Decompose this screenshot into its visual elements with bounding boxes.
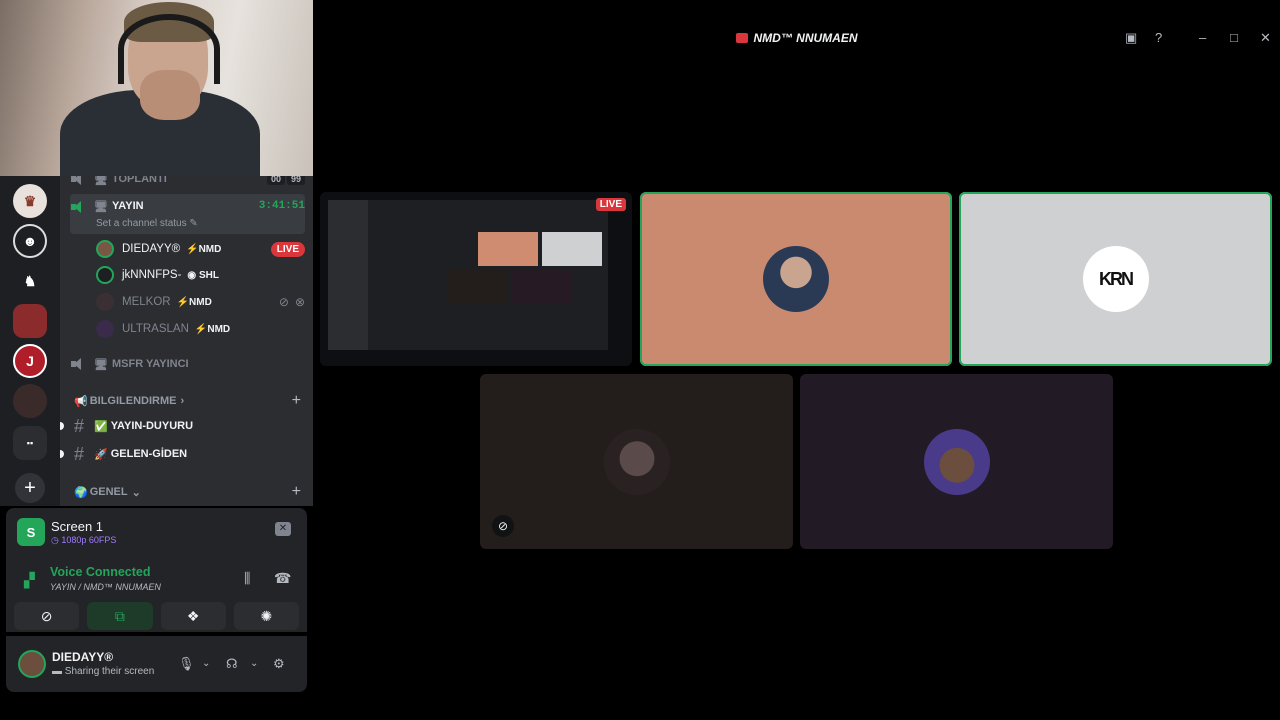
gear-icon[interactable]: ⚙ — [273, 656, 285, 672]
camera-off-button[interactable]: ⊘ — [14, 602, 80, 630]
activities-button[interactable]: ❖ — [160, 602, 226, 630]
inbox-icon[interactable]: ▣ — [1125, 30, 1137, 46]
screen-share-button[interactable]: ⧉ — [87, 602, 153, 630]
channel-status-input[interactable]: Set a channel status ✎ — [96, 218, 198, 229]
unread-indicator — [60, 422, 64, 430]
participant-tile[interactable]: KRN — [959, 192, 1272, 366]
speaker-icon — [70, 200, 86, 214]
channel-list: 🖥 TOPLANTI 00 99 🖥 YAYIN 3:41:51 Set a c… — [60, 176, 313, 506]
add-channel-icon[interactable]: + — [292, 392, 301, 410]
server-icon[interactable]: ♛ — [13, 184, 47, 218]
participant-tile[interactable] — [640, 192, 952, 366]
chevron-down-icon: ⌄ — [131, 486, 141, 499]
category-bilgilendirme[interactable]: 📢 BILGILENDIRME › + — [74, 391, 301, 411]
stop-streaming-button[interactable]: ✕ — [275, 522, 291, 536]
screen-share-icon: S — [17, 518, 45, 546]
stream-preview — [328, 200, 608, 350]
microphone-icon[interactable]: 🎙 — [178, 656, 195, 672]
add-server-button[interactable]: + — [15, 473, 45, 503]
text-channel-yayin-duyuru[interactable]: # ✅ YAYIN-DUYURU — [60, 413, 301, 439]
voice-status[interactable]: Voice Connected — [50, 565, 150, 579]
avatar — [96, 293, 114, 311]
voice-user[interactable]: ULTRASLAN ⚡NMD — [96, 316, 305, 342]
voice-user[interactable]: jkNNNFPS- ◉ SHL — [96, 262, 305, 288]
chevron-down-icon[interactable]: ⌄ — [250, 658, 258, 669]
avatar — [763, 246, 829, 312]
server-list: ♛ ☻ ♞ J ▪▪ + — [0, 176, 60, 506]
voice-user[interactable]: DIEDAYY® ⚡NMD LIVE — [96, 236, 305, 262]
server-icon[interactable]: J — [13, 344, 47, 378]
speaker-icon — [70, 357, 86, 371]
server-icon[interactable]: ♞ — [13, 264, 47, 298]
unread-indicator — [60, 450, 64, 458]
hash-icon: # — [74, 415, 85, 436]
voice-location[interactable]: YAYIN / NMD™ NNUMAEN — [50, 582, 161, 592]
voice-channel-msfr[interactable]: 🖥 MSFR YAYINCI — [70, 351, 305, 377]
speaker-icon — [70, 176, 86, 186]
text-channel-gelen-giden[interactable]: # 🚀 GELEN-GİDEN — [60, 441, 301, 467]
mic-muted-icon: ⊘ — [278, 295, 289, 309]
soundboard-button[interactable]: ✺ — [233, 602, 299, 630]
server-icon[interactable] — [13, 304, 47, 338]
voice-channel-yayin[interactable]: 🖥 YAYIN 3:41:51 Set a channel status ✎ — [70, 194, 305, 234]
voice-channel-toplanti[interactable]: 🖥 TOPLANTI 00 99 — [70, 176, 305, 192]
server-icon[interactable] — [13, 384, 47, 418]
live-badge: LIVE — [270, 241, 305, 257]
voice-connection-panel: ▞ Voice Connected YAYIN / NMD™ NNUMAEN ⫼… — [6, 556, 307, 632]
hash-icon: # — [74, 443, 85, 464]
avatar[interactable] — [18, 650, 46, 678]
screen-share-panel: S Screen 1 ◷ 1080p 60FPS ✕ — [6, 508, 307, 556]
chevron-down-icon[interactable]: ⌄ — [202, 658, 210, 669]
user-panel: DIEDAYY® ▬ Sharing their screen 🎙 ⌄ ☊ ⌄ … — [6, 636, 307, 692]
headphones-icon[interactable]: ☊ — [226, 656, 238, 672]
server-folder[interactable]: ▪▪ — [13, 426, 47, 460]
avatar — [96, 240, 114, 258]
participant-tile[interactable] — [800, 374, 1113, 549]
avatar — [96, 320, 114, 338]
close-icon[interactable]: ✕ — [1260, 30, 1271, 46]
noise-suppression-icon[interactable]: ⫼ — [244, 570, 250, 587]
avatar: KRN — [1082, 246, 1149, 312]
monitor-icon: 🖥 — [94, 358, 108, 371]
camera-off-icon: ⊘ — [492, 515, 514, 537]
headset-deafened-icon: ⊗ — [294, 295, 305, 309]
disconnect-icon[interactable]: ☎ — [274, 570, 291, 587]
avatar — [923, 428, 990, 495]
stream-tile[interactable]: LIVE — [320, 192, 632, 366]
help-icon[interactable]: ? — [1155, 30, 1162, 45]
chevron-right-icon: › — [180, 395, 185, 407]
voice-user[interactable]: MELKOR ⚡NMD ⊘ ⊗ — [96, 289, 305, 315]
monitor-icon: 🖥 — [94, 201, 108, 213]
maximize-icon[interactable]: □ — [1230, 30, 1238, 45]
signal-icon: ▞ — [24, 572, 35, 588]
live-badge: LIVE — [595, 198, 626, 211]
server-logo-icon — [735, 33, 748, 43]
window-titlebar: NMD™ NNUMAEN ▣ ? – □ ✕ — [313, 25, 1280, 51]
category-genel[interactable]: 🌍 GENEL ⌄ + — [74, 482, 301, 502]
monitor-icon: 🖥 — [94, 176, 108, 186]
avatar — [603, 428, 670, 495]
server-icon[interactable]: ☻ — [13, 224, 47, 258]
webcam-overlay — [0, 0, 313, 176]
avatar — [96, 266, 114, 284]
add-channel-icon[interactable]: + — [292, 483, 301, 501]
minimize-icon[interactable]: – — [1199, 30, 1206, 45]
channel-timer: 3:41:51 — [258, 200, 305, 212]
participant-tile[interactable]: ⊘ — [480, 374, 793, 549]
